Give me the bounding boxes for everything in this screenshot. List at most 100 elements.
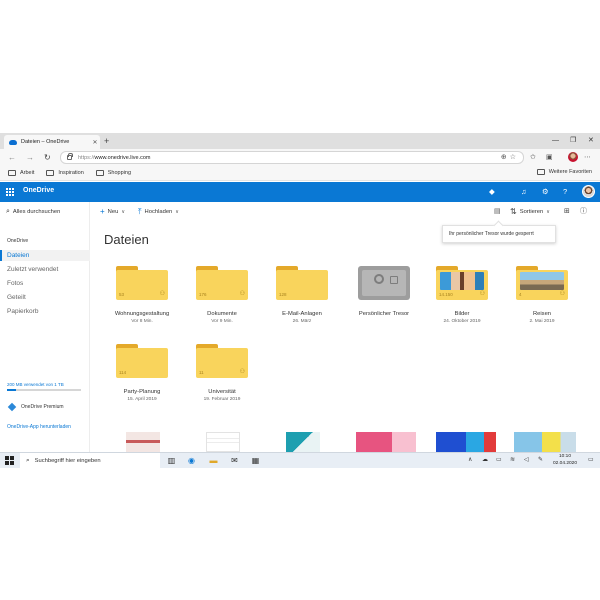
tile-name[interactable]: Bilder — [422, 311, 502, 317]
taskbar-search-placeholder: Suchbegriff hier eingeben — [34, 457, 101, 464]
forward-arrow-icon[interactable]: → — [26, 152, 34, 163]
nav-item-fotos[interactable]: Fotos — [0, 278, 90, 289]
file-thumbnail[interactable] — [514, 432, 576, 452]
file-thumbnail[interactable] — [286, 432, 320, 452]
help-icon[interactable]: ? — [563, 187, 567, 197]
sort-label: Sortieren — [519, 209, 544, 215]
storage-progress-bar — [7, 389, 81, 391]
folder-tile-universitaet[interactable]: 11 ⚇ Universität 19. Februar 2019 — [182, 344, 262, 402]
notifications-bell-icon[interactable]: ♫ — [521, 187, 527, 197]
windows-start-icon[interactable] — [5, 456, 14, 465]
onedrive-tray-icon[interactable]: ☁ — [482, 456, 488, 465]
network-icon[interactable]: ▭ — [496, 456, 502, 465]
volume-icon[interactable]: ◁ — [524, 456, 529, 465]
refresh-icon[interactable]: ↻ — [44, 152, 51, 163]
item-count: 114 — [119, 370, 127, 375]
sort-button[interactable]: ⇅ Sortieren ∨ — [510, 207, 550, 217]
onedrive-premium-link[interactable]: OneDrive Premium — [7, 402, 64, 412]
mail-icon[interactable]: ✉ — [229, 455, 240, 466]
tile-date: Vor 9 Min. — [211, 319, 233, 324]
chevron-down-icon: ∨ — [175, 209, 179, 215]
nav-item-dateien[interactable]: Dateien — [0, 250, 90, 261]
window-close-button[interactable]: ✕ — [588, 135, 594, 147]
item-count: 11 — [199, 370, 204, 375]
tile-name[interactable]: Reisen — [502, 311, 582, 317]
search-box[interactable]: ⌕ Alles durchsuchen — [6, 208, 60, 216]
tile-name[interactable]: Party-Planung — [102, 389, 182, 395]
folder-tile-dokumente[interactable]: 176 ⚇ Dokumente Vor 9 Min. — [182, 266, 262, 324]
notification-center-icon[interactable]: ▭ — [588, 456, 594, 465]
download-app-link[interactable]: OneDrive-App herunterladen — [7, 424, 71, 430]
more-options-icon[interactable]: ⋯ — [584, 152, 591, 163]
tray-chevron-up-icon[interactable]: ∧ — [468, 456, 472, 465]
pen-icon[interactable]: ✎ — [538, 456, 543, 465]
favorite-shopping[interactable]: Shopping — [95, 170, 131, 176]
collections-icon[interactable]: ▣ — [546, 152, 553, 163]
browser-profile-avatar[interactable] — [568, 152, 578, 162]
tile-name[interactable]: E-Mail-Anlagen — [262, 311, 342, 317]
folder-tile-reisen[interactable]: 4 ⚇ Reisen 2. Mai 2019 — [502, 266, 582, 324]
taskbar-search[interactable]: ⌕ Suchbegriff hier eingeben — [20, 453, 160, 468]
view-grid-icon[interactable]: ⊞ — [564, 207, 570, 217]
favorite-label: Inspiration — [58, 170, 84, 176]
file-thumbnail[interactable] — [436, 432, 496, 452]
file-explorer-icon[interactable]: ▬ — [208, 455, 219, 466]
vault-lock-icon[interactable]: ▤ — [494, 207, 501, 217]
tile-name[interactable]: Universität — [182, 389, 262, 395]
vault-tile[interactable]: Persönlicher Tresor — [344, 266, 424, 319]
nav-item-geteilt[interactable]: Geteilt — [0, 292, 90, 303]
maximize-button[interactable]: ❐ — [570, 135, 576, 147]
folder-tile-party-planung[interactable]: 114 Party-Planung 15. April 2019 — [102, 344, 182, 402]
storage-usage-text[interactable]: 200 MB verwendet von 1 TB — [7, 382, 64, 387]
photo-thumbnail — [440, 272, 484, 290]
file-thumbnail[interactable] — [126, 432, 160, 452]
item-count: 128 — [279, 292, 287, 297]
task-view-icon[interactable]: ▥ — [166, 455, 177, 466]
account-avatar[interactable] — [582, 185, 595, 198]
shared-people-icon: ⚇ — [559, 291, 565, 297]
folder-icon — [95, 170, 104, 176]
item-count: 14.150 — [439, 292, 453, 297]
new-button[interactable]: + Neu ∨ — [100, 207, 125, 217]
favorite-inspiration[interactable]: Inspiration — [46, 170, 84, 176]
folder-tile-email-anlagen[interactable]: 128 E-Mail-Anlagen 26. März — [262, 266, 342, 324]
url-action-icons[interactable]: ⊕☆ — [501, 153, 519, 161]
tile-name[interactable]: Persönlicher Tresor — [344, 311, 424, 317]
folder-tile-wohnungsgestaltung[interactable]: 53 ⚇ Wohnungsgestaltung Vor 8 Min. — [102, 266, 182, 324]
url-field[interactable]: https:// www.onedrive.live.com ⊕☆ — [60, 151, 524, 164]
app-brand[interactable]: OneDrive — [23, 187, 54, 194]
info-icon[interactable]: ⓘ — [580, 207, 587, 217]
shared-people-icon: ⚇ — [159, 291, 165, 297]
settings-gear-icon[interactable]: ⚙ — [542, 187, 549, 197]
taskbar-clock[interactable]: 10:10 02.04.2020 — [548, 454, 582, 467]
favorite-arbeit[interactable]: Arbeit — [8, 170, 34, 176]
wifi-icon[interactable]: ≋ — [510, 456, 515, 465]
search-icon: ⌕ — [6, 208, 10, 215]
nav-item-papierkorb[interactable]: Papierkorb — [0, 306, 90, 317]
url-scheme: https:// — [78, 154, 95, 161]
app-launcher-icon[interactable] — [6, 188, 14, 196]
new-tab-button[interactable]: + — [104, 135, 109, 147]
tab-close-icon[interactable]: ✕ — [90, 139, 100, 146]
upload-button[interactable]: ⤒ Hochladen ∨ — [138, 207, 179, 217]
other-favorites-label: Weitere Favoriten — [548, 169, 592, 175]
tile-name[interactable]: Dokumente — [182, 311, 262, 317]
back-arrow-icon[interactable]: ← — [8, 152, 16, 163]
item-count: 4 — [519, 292, 522, 297]
file-thumbnail[interactable] — [206, 432, 240, 452]
other-favorites[interactable]: Weitere Favoriten — [536, 169, 592, 175]
edge-browser-icon[interactable]: ◉ — [186, 455, 197, 466]
item-count: 176 — [199, 292, 207, 297]
tile-name[interactable]: Wohnungsgestaltung — [102, 311, 182, 317]
minimize-button[interactable]: — — [552, 135, 559, 147]
lock-icon — [67, 153, 73, 160]
shared-people-icon: ⚇ — [239, 291, 245, 297]
folder-tile-bilder[interactable]: 14.150 ⚇ Bilder 24. Oktober 2019 — [422, 266, 502, 324]
favorites-icon[interactable]: ✩ — [530, 152, 536, 163]
file-thumbnail[interactable] — [356, 432, 416, 452]
plus-icon: + — [100, 207, 105, 216]
premium-diamond-icon[interactable]: ◆ — [489, 187, 495, 197]
browser-tab[interactable]: Dateien – OneDrive ✕ — [4, 135, 100, 149]
nav-item-zuletzt-verwendet[interactable]: Zuletzt verwendet — [0, 264, 90, 275]
store-icon[interactable]: ▦ — [250, 455, 261, 466]
